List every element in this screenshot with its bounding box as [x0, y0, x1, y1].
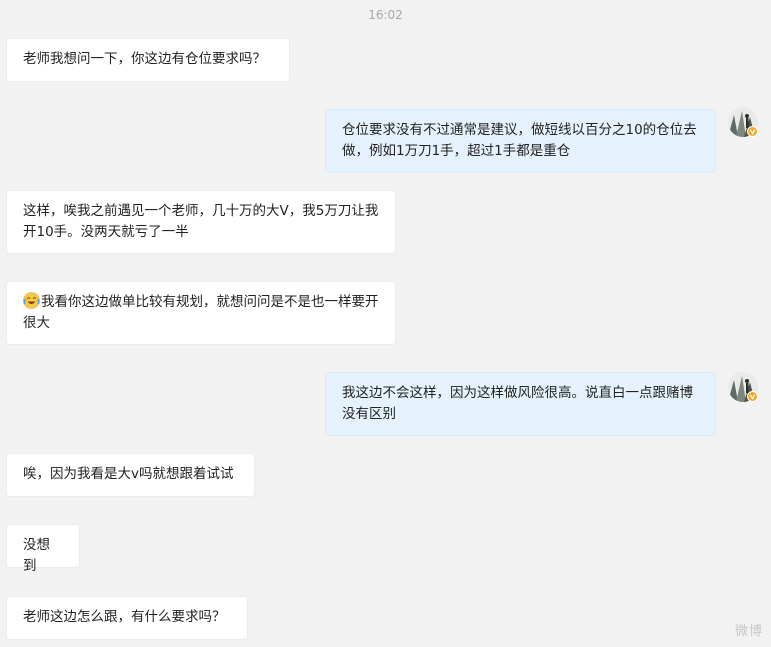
message-bubble-incoming[interactable]: 老师这边怎么跟，有什么要求吗？	[6, 596, 248, 640]
message-bubble-incoming[interactable]: 我看你这边做单比较有规划，就想问问是不是也一样要开很大	[6, 281, 396, 345]
avatar-image	[728, 107, 758, 137]
message-text: 唉，因为我看是大v吗就想跟着试试	[23, 466, 234, 482]
message-text: 老师我想问一下，你这边有仓位要求吗？	[23, 51, 266, 67]
chat-timestamp: 16:02	[368, 8, 403, 22]
message-text: 没想到	[23, 537, 50, 574]
message-text: 仓位要求没有不过通常是建议，做短线以百分之10的仓位去做，例如1万刀1手，超过1…	[342, 122, 697, 159]
message-text: 这样，唉我之前遇见一个老师，几十万的大V，我5万刀让我开10手。没两天就亏了一半	[23, 203, 379, 240]
message-bubble-incoming[interactable]: 这样，唉我之前遇见一个老师，几十万的大V，我5万刀让我开10手。没两天就亏了一半	[6, 190, 396, 254]
sender-avatar[interactable]	[728, 372, 758, 402]
watermark-text: 微博	[734, 624, 763, 639]
message-bubble-incoming[interactable]: 老师我想问一下，你这边有仓位要求吗？	[6, 38, 290, 82]
watermark: 微博	[735, 620, 763, 639]
sender-avatar[interactable]	[728, 107, 758, 137]
message-bubble-incoming[interactable]: 唉，因为我看是大v吗就想跟着试试	[6, 453, 255, 497]
message-text: 我看你这边做单比较有规划，就想问问是不是也一样要开很大	[23, 294, 379, 331]
message-bubble-incoming[interactable]: 没想到	[6, 524, 80, 574]
avatar-image	[728, 372, 758, 402]
message-bubble-outgoing[interactable]: 仓位要求没有不过通常是建议，做短线以百分之10的仓位去做，例如1万刀1手，超过1…	[325, 109, 716, 173]
crying-laugh-emoji-icon	[23, 292, 40, 309]
message-text: 我这边不会这样，因为这样做风险很高。说直白一点跟赌博没有区别	[342, 385, 693, 422]
message-text: 老师这边怎么跟，有什么要求吗？	[23, 609, 226, 625]
message-bubble-outgoing[interactable]: 我这边不会这样，因为这样做风险很高。说直白一点跟赌博没有区别	[325, 372, 716, 436]
